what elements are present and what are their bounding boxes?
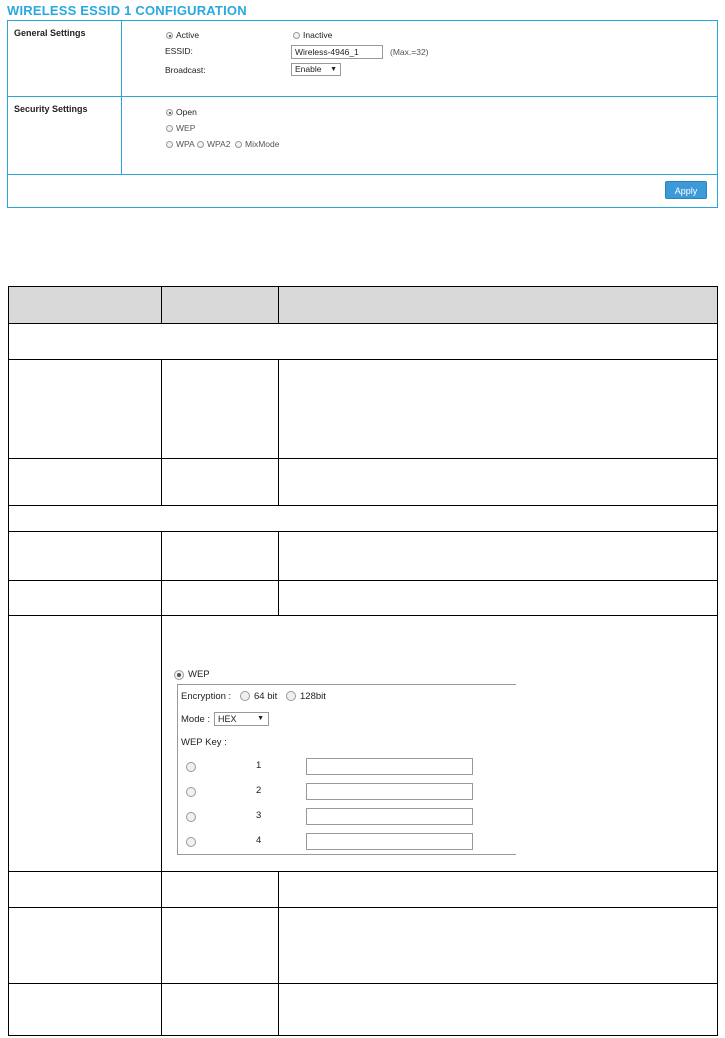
wep-figure-label: WEP — [188, 669, 210, 680]
wep-key-number: 3 — [256, 810, 262, 821]
chevron-down-icon: ▼ — [257, 715, 264, 722]
table-rule — [278, 871, 279, 1036]
table-rule — [8, 359, 718, 360]
table-rule — [161, 286, 162, 323]
table-rule — [161, 359, 162, 505]
bit128-radio[interactable] — [286, 691, 296, 701]
wep-radio[interactable] — [166, 125, 173, 132]
wep-key-input-4[interactable] — [306, 833, 473, 850]
table-rule — [8, 907, 718, 908]
table-rule — [8, 286, 9, 1036]
wep-key-input-3[interactable] — [306, 808, 473, 825]
table-rule — [8, 615, 718, 616]
wep-key-number: 4 — [256, 835, 262, 846]
mode-label: Mode : — [181, 714, 211, 725]
table-rule — [717, 286, 718, 1036]
table-rule — [8, 1035, 718, 1036]
table-rule — [161, 531, 162, 1036]
broadcast-label: Broadcast: — [165, 65, 206, 75]
inactive-radio[interactable] — [293, 32, 300, 39]
inactive-label: Inactive — [303, 30, 333, 40]
apply-button[interactable]: Apply — [665, 181, 707, 199]
table-rule — [8, 323, 718, 324]
wep-label: WEP — [176, 123, 196, 133]
wpa2-radio[interactable] — [197, 141, 204, 148]
table-rule — [278, 531, 279, 615]
mode-value: HEX — [218, 714, 237, 724]
bit128-label: 128bit — [300, 691, 326, 702]
open-label: Open — [176, 107, 197, 117]
table-rule — [8, 458, 718, 459]
apply-row: Apply — [8, 175, 717, 207]
wep-key-input-2[interactable] — [306, 783, 473, 800]
mode-select[interactable]: HEX ▼ — [214, 712, 269, 726]
column-divider — [121, 97, 122, 174]
essid-label: ESSID: — [165, 46, 193, 56]
essid-input[interactable]: Wireless-4946_1 — [291, 45, 383, 59]
wep-key-number: 2 — [256, 785, 262, 796]
table-rule — [8, 871, 718, 872]
broadcast-select[interactable]: Enable ▼ — [291, 63, 341, 76]
wep-key-radio-4[interactable] — [186, 837, 196, 847]
wep-key-radio-3[interactable] — [186, 812, 196, 822]
chevron-down-icon: ▼ — [330, 66, 337, 73]
security-settings-label: Security Settings — [14, 104, 88, 114]
wep-key-number: 1 — [256, 760, 262, 771]
column-divider — [121, 21, 122, 96]
active-label: Active — [176, 30, 200, 40]
active-radio[interactable] — [166, 32, 173, 39]
wep-key-input-1[interactable] — [306, 758, 473, 775]
essid-config-panel: General Settings Active Inactive ESSID: … — [7, 20, 718, 208]
table-rule — [8, 580, 718, 581]
essid-hint: (Max.=32) — [390, 47, 429, 57]
table-rule — [8, 531, 718, 532]
encryption-label: Encryption : — [181, 691, 232, 702]
mixmode-label: MixMode — [245, 139, 280, 149]
wep-radio-figure[interactable] — [174, 670, 184, 680]
table-header-row — [8, 286, 717, 323]
wep-key-radio-2[interactable] — [186, 787, 196, 797]
table-rule — [8, 286, 718, 287]
mixmode-radio[interactable] — [235, 141, 242, 148]
wep-key-radio-1[interactable] — [186, 762, 196, 772]
wpa-label: WPA — [176, 139, 195, 149]
security-settings-row: Security Settings Open WEP WPA WPA2 MixM… — [8, 97, 717, 175]
page-title: WIRELESS ESSID 1 CONFIGURATION — [7, 3, 247, 18]
table-rule — [8, 505, 718, 506]
bit64-label: 64 bit — [254, 691, 278, 702]
broadcast-value: Enable — [295, 64, 322, 74]
general-settings-label: General Settings — [14, 28, 86, 38]
table-rule — [278, 359, 279, 505]
wpa2-label: WPA2 — [207, 139, 231, 149]
table-rule — [8, 983, 718, 984]
table-rule — [278, 286, 279, 323]
general-settings-row: General Settings Active Inactive ESSID: … — [8, 21, 717, 97]
bit64-radio[interactable] — [240, 691, 250, 701]
open-radio[interactable] — [166, 109, 173, 116]
wep-key-label: WEP Key : — [181, 737, 227, 748]
wpa-radio[interactable] — [166, 141, 173, 148]
